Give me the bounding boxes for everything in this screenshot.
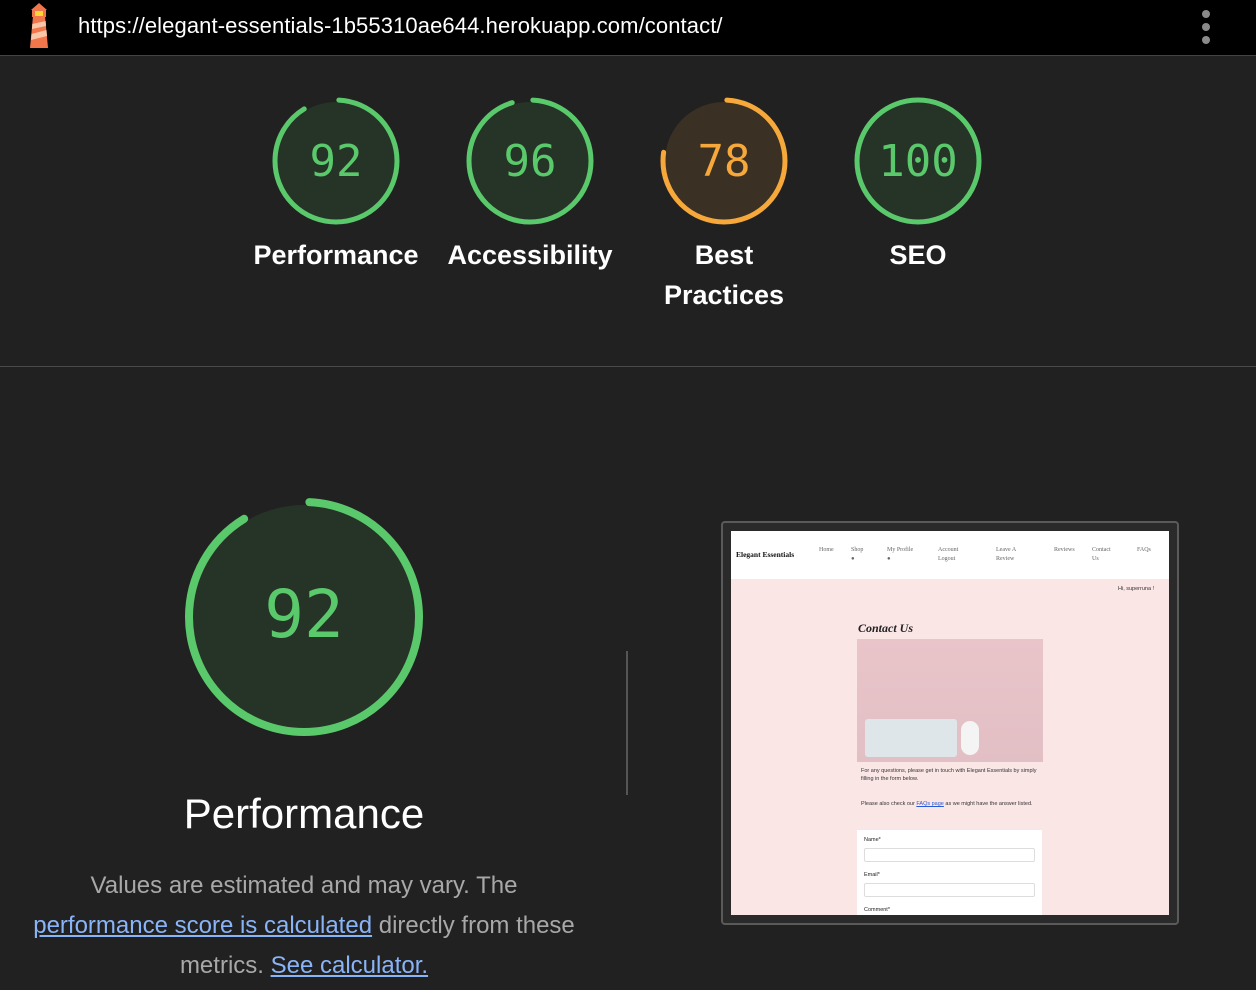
score-ring: 92	[185, 498, 423, 736]
basket-icon: ●	[851, 556, 855, 562]
intro-text: For any questions, please get in touch w…	[861, 768, 1037, 782]
site-navbar: Elegant Essentials Home Shop ● My Profile…	[731, 531, 1169, 579]
see-calculator-link[interactable]: See calculator.	[271, 952, 428, 979]
desc-text: Values are estimated and may vary. The	[90, 872, 518, 899]
gauge-accessibility[interactable]: 96 Accessibility	[440, 95, 620, 275]
nav-label: Review	[996, 556, 1015, 562]
gauge-label-line: Practices	[663, 280, 785, 310]
performance-title: Performance	[183, 790, 425, 837]
faq-text-part: Please also check our	[861, 801, 917, 807]
nav-label: Us	[1092, 556, 1099, 562]
nav-label: Contact	[1092, 547, 1111, 553]
nav-home: Home	[819, 547, 834, 553]
nav-leave-review: Leave A Review	[996, 546, 1016, 564]
gauge-performance[interactable]: 92 Performance	[246, 95, 426, 275]
divider	[626, 651, 628, 795]
gauge-label: SEO	[889, 240, 947, 270]
greeting: Hi, superruna !	[1118, 586, 1155, 592]
browser-bar: https://elegant-essentials-1b55310ae644.…	[0, 0, 1256, 56]
score-value: 96	[504, 136, 557, 187]
nav-label: Logout	[938, 556, 956, 562]
score-ring: 92	[272, 97, 400, 225]
page-screenshot[interactable]: Elegant Essentials Home Shop ● My Profile…	[731, 531, 1169, 915]
contact-title: Contact Us	[858, 621, 914, 635]
score-ring: 78	[660, 97, 788, 225]
lighthouse-icon	[30, 3, 48, 48]
faq-link: FAQs page	[916, 801, 944, 807]
score-summary: 92 Performance 96 Accessibility 78 Best …	[0, 57, 1256, 367]
score-value: 78	[698, 136, 751, 187]
score-value: 92	[310, 136, 363, 187]
gauge-best-practices[interactable]: 78 Best Practices	[634, 95, 814, 315]
nav-contact: Contact Us	[1092, 546, 1111, 564]
nav-label: Account	[938, 547, 959, 553]
url-bar[interactable]: https://elegant-essentials-1b55310ae644.…	[78, 13, 723, 39]
gauge-seo[interactable]: 100 SEO	[828, 95, 1008, 275]
name-field	[864, 848, 1035, 862]
gauge-label: Best Practices	[634, 235, 814, 315]
score-value: 100	[878, 136, 957, 187]
performance-gauge-large: 92	[104, 495, 504, 739]
name-label: Name*	[864, 837, 881, 843]
keyboard-image	[865, 719, 957, 757]
performance-score: 92	[264, 576, 343, 653]
kebab-menu-icon[interactable]	[1196, 8, 1216, 46]
user-icon: ●	[887, 556, 891, 562]
nav-label: My Profile	[887, 547, 914, 553]
nav-label: Shop	[851, 547, 864, 553]
email-field	[864, 883, 1035, 897]
mouse-image	[961, 721, 979, 755]
email-label: Email*	[864, 872, 880, 878]
nav-faqs: FAQs	[1137, 547, 1151, 553]
faq-text: Please also check our FAQs page as we mi…	[861, 800, 1041, 808]
gauge-label: Performance	[253, 240, 419, 270]
contact-form: Name* Email* Comment*	[857, 830, 1042, 915]
score-ring: 96	[466, 97, 594, 225]
nav-label: Leave A	[996, 547, 1017, 553]
score-calculated-link[interactable]: performance score is calculated	[33, 912, 372, 939]
hero-image	[857, 639, 1043, 762]
nav-reviews: Reviews	[1054, 547, 1075, 553]
comment-label: Comment*	[864, 907, 890, 913]
nav-my-profile: My Profile ●	[887, 546, 913, 564]
gauge-label-line: Best	[694, 240, 754, 270]
site-brand: Elegant Essentials	[736, 550, 795, 559]
gauge-label: Accessibility	[447, 240, 613, 270]
nav-shop: Shop ●	[851, 546, 863, 564]
faq-text-part: as we might have the answer listed.	[943, 801, 1033, 807]
nav-account: Account Logout	[938, 546, 958, 564]
score-ring: 100	[854, 97, 982, 225]
performance-description: Values are estimated and may vary. The p…	[24, 866, 584, 986]
